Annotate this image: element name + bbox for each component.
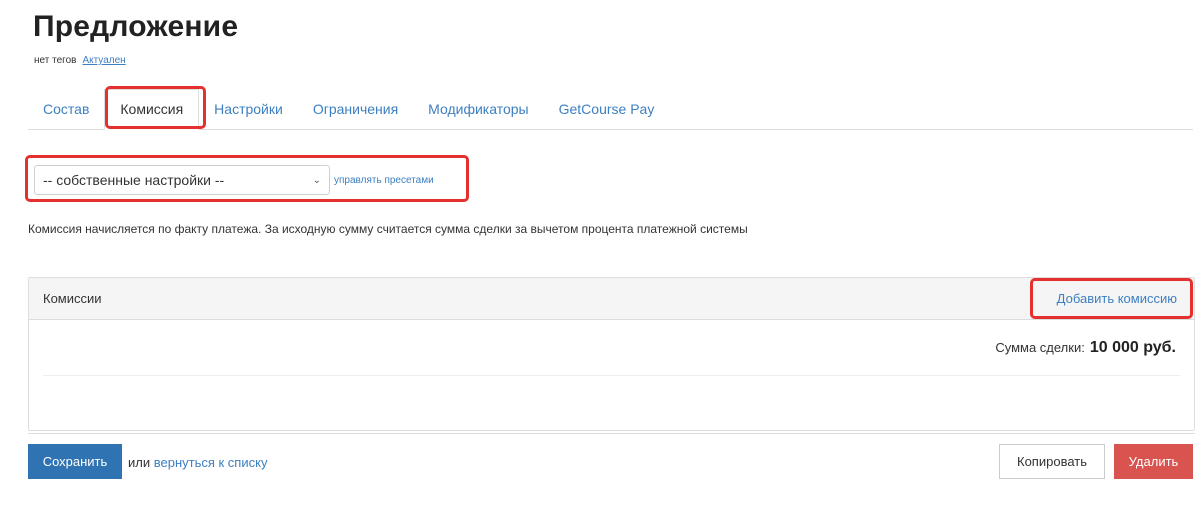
tab-restrictions[interactable]: Ограничения: [298, 101, 413, 129]
deal-sum-row: Сумма сделки: 10 000 руб.: [43, 320, 1180, 376]
tab-settings[interactable]: Настройки: [199, 101, 298, 129]
deal-sum-value: 10 000 руб.: [1089, 338, 1176, 356]
tab-sostav[interactable]: Состав: [28, 101, 104, 129]
status-link[interactable]: Актуален: [82, 55, 125, 66]
delete-button[interactable]: Удалить: [1114, 444, 1193, 479]
deal-sum-label: Сумма сделки:: [995, 340, 1085, 355]
preset-row: -- собственные настройки -- ⌄ управлять …: [34, 165, 434, 195]
tab-modifiers[interactable]: Модификаторы: [413, 101, 543, 129]
commissions-panel-body: Сумма сделки: 10 000 руб.: [29, 320, 1194, 376]
add-commission-link[interactable]: Добавить комиссию: [1057, 291, 1177, 306]
page-title: Предложение: [33, 10, 239, 43]
tab-commission[interactable]: Комиссия: [104, 89, 200, 130]
preset-select[interactable]: -- собственные настройки -- ⌄: [34, 165, 330, 195]
back-to-list-link[interactable]: вернуться к списку: [154, 455, 268, 470]
copy-button[interactable]: Копировать: [999, 444, 1105, 479]
tags-label: нет тегов: [34, 55, 77, 66]
commissions-title: Комиссии: [43, 291, 102, 306]
preset-select-value: -- собственные настройки --: [43, 172, 225, 188]
tab-getcourse-pay[interactable]: GetCourse Pay: [544, 101, 670, 129]
offer-meta: нет тегов Актуален: [34, 55, 126, 66]
chevron-down-icon: ⌄: [312, 174, 321, 186]
commission-info-text: Комиссия начисляется по факту платежа. З…: [28, 222, 748, 236]
footer-divider: [28, 433, 1195, 434]
tab-bar: Состав Комиссия Настройки Ограничения Мо…: [28, 86, 1193, 130]
or-label: или: [128, 455, 151, 470]
save-button[interactable]: Сохранить: [28, 444, 122, 479]
manage-presets-link[interactable]: управлять пресетами: [334, 175, 434, 186]
or-back-text: или вернуться к списку: [128, 455, 267, 470]
commissions-panel: Комиссии Добавить комиссию Сумма сделки:…: [28, 277, 1195, 431]
commissions-panel-header: Комиссии Добавить комиссию: [29, 278, 1194, 320]
